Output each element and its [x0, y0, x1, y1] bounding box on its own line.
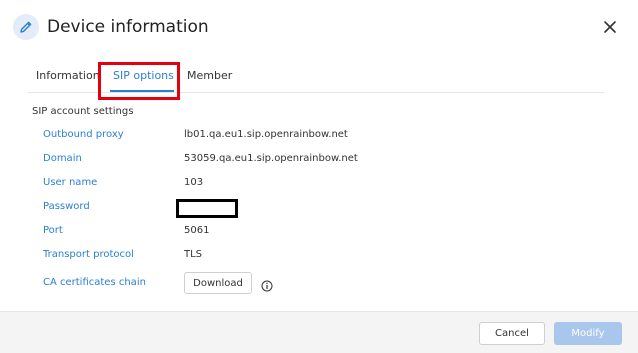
dialog-footer: Cancel Modify [0, 311, 638, 353]
value-domain: 53059.qa.eu1.sip.openrainbow.net [184, 153, 358, 164]
section-title: SIP account settings [32, 106, 134, 117]
label-ca-certificates-chain: CA certificates chain [43, 277, 146, 288]
tab-bar: Information SIP options Member [28, 62, 604, 93]
dialog-title: Device information [47, 17, 209, 37]
tab-member[interactable]: Member [187, 69, 232, 82]
active-tab-indicator [110, 90, 174, 92]
pencil-icon [13, 14, 39, 40]
close-icon[interactable] [600, 17, 620, 37]
label-transport-protocol: Transport protocol [43, 249, 134, 260]
value-user-name: 103 [184, 177, 204, 188]
label-domain: Domain [43, 153, 82, 164]
device-information-dialog: Device information Information SIP optio… [0, 0, 638, 353]
info-icon[interactable] [261, 277, 273, 292]
label-password: Password [43, 201, 90, 212]
cancel-button[interactable]: Cancel [479, 322, 545, 345]
download-button[interactable]: Download [184, 272, 252, 294]
value-outbound-proxy: lb01.qa.eu1.sip.openrainbow.net [184, 129, 348, 140]
tab-sip-options[interactable]: SIP options [113, 69, 174, 82]
password-redaction [176, 199, 238, 218]
modify-button[interactable]: Modify [554, 322, 622, 345]
value-port: 5061 [184, 225, 210, 236]
label-port: Port [43, 225, 63, 236]
label-user-name: User name [43, 177, 98, 188]
tab-information[interactable]: Information [36, 69, 100, 82]
dialog-header: Device information [0, 0, 638, 56]
value-transport-protocol: TLS [184, 249, 203, 260]
label-outbound-proxy: Outbound proxy [43, 129, 124, 140]
